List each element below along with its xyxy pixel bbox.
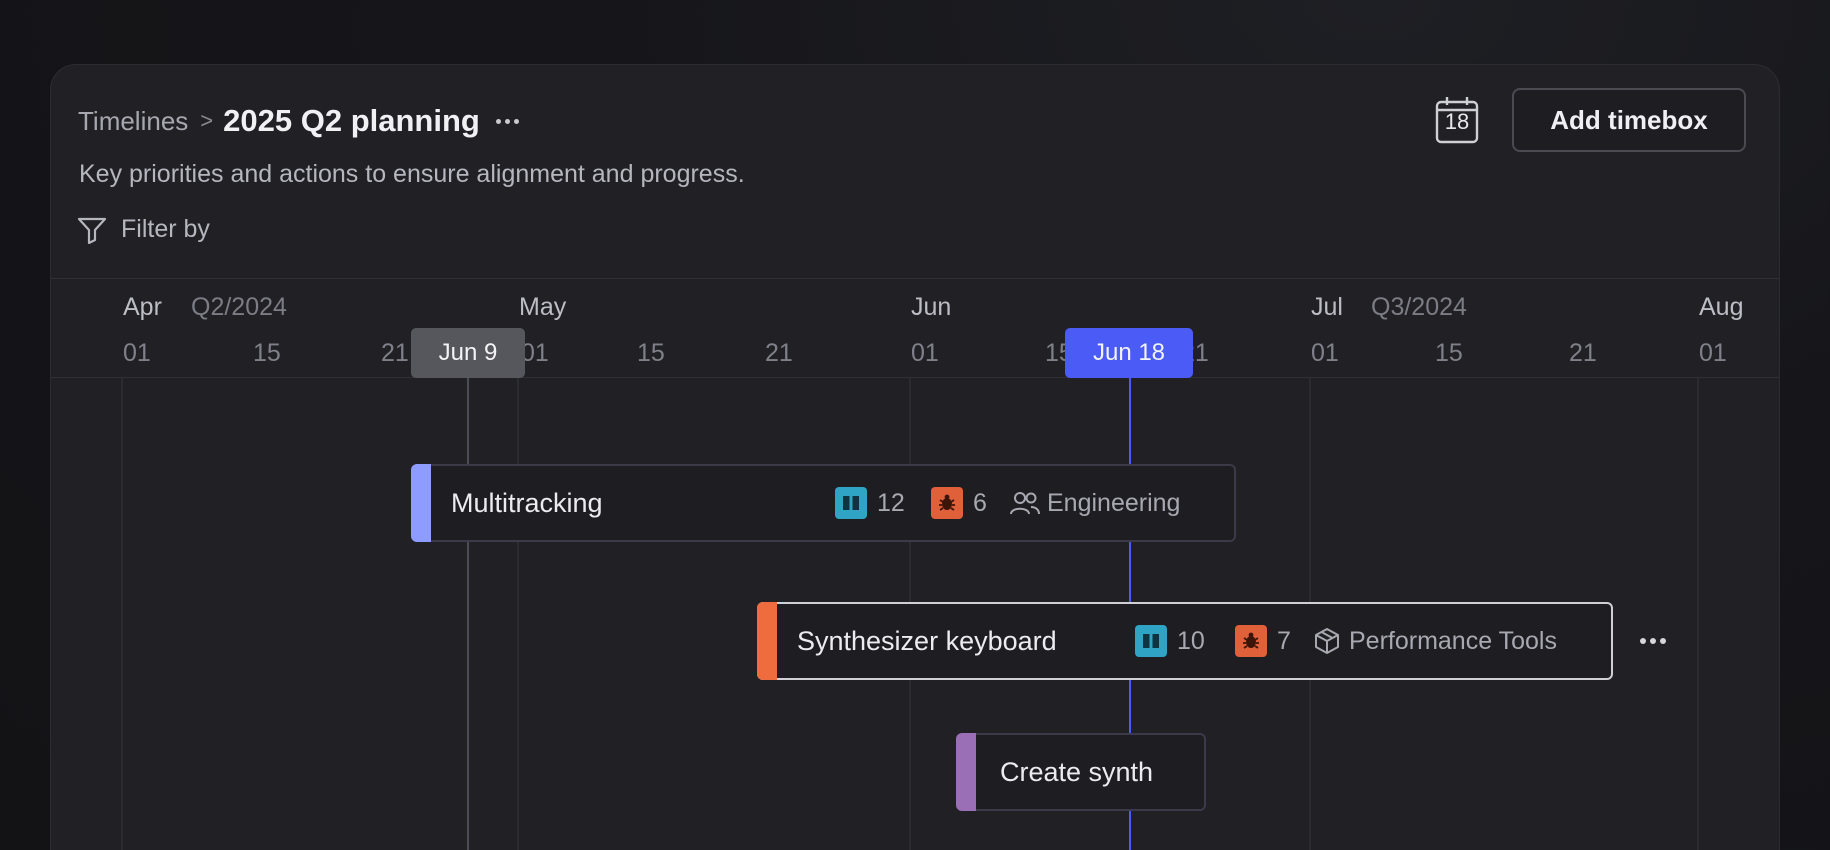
team-label: Performance Tools [1313,627,1557,656]
tick-label: 21 [765,339,793,367]
add-timebox-button[interactable]: Add timebox [1512,88,1746,152]
package-icon [1315,628,1339,654]
timebox-name: Multitracking [451,487,603,518]
timeline-header-divider-top [51,278,1779,279]
tick-label: 01 [911,339,939,367]
tick-label: 15 [1435,339,1463,367]
month-gridline [1697,378,1699,850]
month-label-jul: Jul [1311,293,1343,321]
filter-label: Filter by [121,215,210,243]
timebox-synthesizer-keyboard[interactable]: Synthesizer keyboard 10 7 Performance To… [757,602,1613,680]
timebox-accent [757,602,777,680]
users-icon [1010,492,1040,515]
book-icon [1135,625,1167,657]
breadcrumb: Timelines > 2025 Q2 planning [78,103,519,139]
timeline-header-divider-bottom [51,377,1779,378]
calendar-day-number: 18 [1444,109,1470,134]
timebox-accent [411,464,431,542]
tick-label: 15 [637,339,665,367]
tick-label: 01 [1699,339,1727,367]
team-name: Performance Tools [1349,626,1557,655]
month-label-apr: Apr [123,293,162,321]
hover-date-line [467,365,469,850]
title-more-icon[interactable] [495,111,519,131]
page-title: 2025 Q2 planning [223,103,480,138]
tick-label: 21 [381,339,409,367]
today-date-pill[interactable]: Jun 18 [1065,328,1193,378]
quarter-label-q3: Q3/2024 [1371,293,1467,321]
timebox-accent [956,733,976,811]
quarter-label-q2: Q2/2024 [191,293,287,321]
month-label-aug: Aug [1699,293,1744,321]
bug-icon [931,487,963,519]
timebox-create-synth[interactable]: Create synth [956,733,1206,811]
month-gridline [517,378,519,850]
team-label: Engineering [1009,489,1180,518]
bug-icon [1235,625,1267,657]
calendar-today-button[interactable]: 18 [1435,96,1479,144]
stories-count-value: 10 [1177,626,1205,655]
timebox-multitracking[interactable]: Multitracking 12 6 Engineering [411,464,1236,542]
timeline-panel: Timelines > 2025 Q2 planning Key priorit… [50,64,1780,850]
tick-label: 15 [253,339,281,367]
hover-date-pill: Jun 9 [411,328,525,378]
timebox-name: Create synth [1000,756,1154,787]
month-label-may: May [519,293,567,321]
bugs-count: 7 [1235,625,1291,657]
book-icon [835,487,867,519]
tick-label: 01 [1311,339,1339,367]
tick-label: 01 [123,339,151,367]
stories-count: 10 [1135,625,1205,657]
month-gridline [121,378,123,850]
stories-count: 12 [835,487,905,519]
bugs-count: 6 [931,487,987,519]
breadcrumb-timelines-link[interactable]: Timelines [78,106,188,137]
filter-button[interactable]: Filter by [77,215,210,244]
timebox-more-icon[interactable] [1640,638,1666,644]
bugs-count-value: 7 [1277,626,1291,655]
tick-label: 21 [1569,339,1597,367]
stories-count-value: 12 [877,488,905,517]
team-name: Engineering [1047,488,1181,517]
tick-label: 01 [521,339,549,367]
filter-icon [77,217,107,244]
timebox-name: Synthesizer keyboard [797,625,1057,656]
month-label-jun: Jun [911,293,952,321]
page-description: Key priorities and actions to ensure ali… [79,160,745,188]
bugs-count-value: 6 [973,488,987,517]
breadcrumb-separator: > [200,108,214,133]
